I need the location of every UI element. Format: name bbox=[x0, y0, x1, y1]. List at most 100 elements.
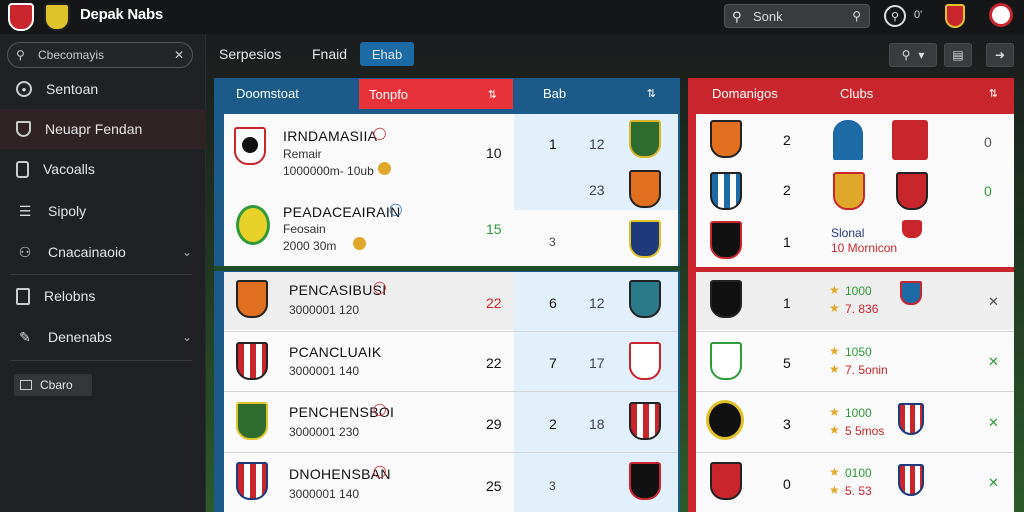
coin-icon bbox=[353, 237, 366, 250]
value-cell: 2 bbox=[783, 182, 791, 198]
club-line: 1050 bbox=[845, 345, 872, 359]
search-icon: ⚲ bbox=[16, 48, 25, 62]
book-icon bbox=[16, 287, 30, 305]
tab-ehab[interactable]: Ehab bbox=[360, 42, 414, 66]
club-crest bbox=[898, 464, 924, 496]
col-header[interactable]: Clubs bbox=[840, 86, 873, 101]
position-value: 3 bbox=[549, 235, 556, 249]
close-icon[interactable]: ✕ bbox=[174, 48, 184, 62]
club-line: 1000 bbox=[845, 406, 872, 420]
player-avatar bbox=[833, 120, 863, 160]
star-icon: ★ bbox=[829, 465, 840, 479]
star-icon: ★ bbox=[829, 483, 840, 497]
sidebar-footer-label: Cbaro bbox=[40, 378, 73, 392]
club-badge-icon bbox=[902, 220, 922, 238]
team-meta: 3000001 140 bbox=[289, 487, 360, 501]
compass-icon: ● bbox=[16, 81, 32, 97]
value-cell: 1 bbox=[783, 295, 791, 311]
club-line: 0100 bbox=[845, 466, 872, 480]
table-row[interactable] bbox=[224, 332, 678, 391]
sidebar-item-sipoly[interactable]: ☰ Sipoly bbox=[0, 191, 206, 231]
sidebar-item-cnacainaoio[interactable]: ⚇ Cnacainaoio ⌄ bbox=[0, 232, 206, 272]
col-header: Domanigos bbox=[712, 85, 778, 101]
club-badge-icon[interactable] bbox=[945, 4, 965, 28]
chevron-down-icon[interactable]: ⌄ bbox=[182, 330, 192, 344]
sidebar-divider bbox=[10, 360, 192, 361]
score-value: 29 bbox=[486, 416, 502, 432]
col-header[interactable]: Bab ⇅ bbox=[513, 78, 680, 108]
club-crest bbox=[236, 205, 270, 245]
sidebar-item-label: Neuapr Fendan bbox=[45, 121, 143, 137]
phone-icon bbox=[16, 160, 29, 178]
team-meta: 3000001 120 bbox=[289, 303, 360, 317]
row-divider bbox=[696, 391, 1014, 392]
club-line: 1000 bbox=[845, 284, 872, 298]
col-header: Bab bbox=[543, 85, 567, 101]
brand-shield-logo bbox=[8, 3, 34, 31]
sidebar-footer-button[interactable]: Cbaro bbox=[14, 374, 92, 396]
result-cell: 0 bbox=[984, 134, 992, 150]
next-button[interactable]: ➜ bbox=[986, 43, 1014, 67]
team-name: PCANCLUAIK bbox=[289, 344, 382, 360]
people-icon: ⚇ bbox=[18, 243, 32, 260]
sidebar-search-field[interactable]: ⚲ Cbecomayis ✕ bbox=[7, 42, 193, 68]
value-cell: 3 bbox=[783, 416, 791, 432]
team-name[interactable]: IRNDAMASIIA bbox=[283, 128, 377, 144]
club-crest bbox=[629, 402, 661, 440]
result-cell[interactable]: ✕ bbox=[988, 294, 999, 310]
club-crest bbox=[236, 462, 268, 500]
club-crest bbox=[629, 280, 661, 318]
team-meta: 2000 30m bbox=[283, 239, 337, 253]
sidebar-item-sentoan[interactable]: ● Sentoan bbox=[0, 69, 206, 109]
club-line: 10 Mornicon bbox=[831, 241, 898, 255]
tab-ehab-label: Ehab bbox=[371, 46, 403, 62]
points-value: 17 bbox=[589, 355, 605, 371]
sidebar-item-relobns[interactable]: Relobns bbox=[0, 276, 206, 316]
brand-name: Depak Nabs bbox=[80, 6, 163, 23]
table-row[interactable] bbox=[224, 392, 678, 452]
filter-dropdown[interactable]: ⚲ ▾ bbox=[889, 43, 937, 67]
panel-header: Domanigos Clubs ⇅ bbox=[688, 78, 1014, 108]
sidebar-search-placeholder: Cbecomayis bbox=[38, 48, 105, 62]
result-cell[interactable]: ✕ bbox=[988, 354, 999, 370]
club-crest bbox=[710, 280, 742, 318]
result-cell: 0 bbox=[984, 183, 992, 199]
team-name[interactable]: PEADACEAIRAIN bbox=[283, 204, 401, 220]
brand-crest-logo bbox=[44, 3, 70, 31]
club-line: Slonal bbox=[831, 226, 865, 240]
team-meta: 1000000m- 10ub bbox=[283, 164, 374, 178]
value-cell: 5 bbox=[783, 355, 791, 371]
table-row[interactable] bbox=[224, 272, 678, 331]
sidebar-item-denenabs[interactable]: ✎ Denenabs ⌄ bbox=[0, 317, 206, 357]
star-icon: ★ bbox=[829, 405, 840, 419]
coin-icon bbox=[378, 162, 391, 175]
points-value: 12 bbox=[589, 136, 605, 152]
calendar-button[interactable]: ▤ bbox=[944, 43, 972, 67]
search-input[interactable]: ⚲ Sonk ⚲ bbox=[724, 4, 870, 28]
club-crest bbox=[706, 400, 744, 440]
club-crest bbox=[710, 462, 742, 500]
sort-icon: ⇅ bbox=[646, 87, 656, 100]
club-line: 5. 53 bbox=[845, 484, 872, 498]
profile-avatar[interactable] bbox=[989, 3, 1013, 27]
sidebar-item-vacoalls[interactable]: Vacoalls bbox=[0, 149, 206, 189]
tab-serpesios[interactable]: Serpesios bbox=[219, 46, 281, 62]
tab-fnaid[interactable]: Fnaid bbox=[312, 46, 347, 62]
result-cell[interactable]: ✕ bbox=[988, 415, 999, 431]
sidebar-item-label: Vacoalls bbox=[43, 161, 95, 177]
sidebar-item-label: Sentoan bbox=[46, 81, 99, 97]
result-cell[interactable]: ✕ bbox=[988, 475, 999, 491]
club-crest bbox=[629, 220, 661, 258]
score-value: 10 bbox=[486, 145, 502, 161]
sort-icon: ⇅ bbox=[988, 87, 998, 100]
col-header-active[interactable]: Tonpfo ⇅ bbox=[359, 79, 513, 109]
stats-icon[interactable]: ⚲ bbox=[884, 5, 906, 27]
chevron-down-icon: ▾ bbox=[918, 48, 925, 62]
clear-icon[interactable]: ⚲ bbox=[852, 9, 861, 23]
table-row[interactable] bbox=[224, 453, 678, 512]
chevron-down-icon[interactable]: ⌄ bbox=[182, 245, 192, 259]
sidebar-item-neuapr-fendan[interactable]: Neuapr Fendan bbox=[0, 109, 206, 149]
player-avatar bbox=[892, 120, 928, 160]
club-crest bbox=[236, 402, 268, 440]
shield-icon: ◯ bbox=[373, 280, 387, 294]
